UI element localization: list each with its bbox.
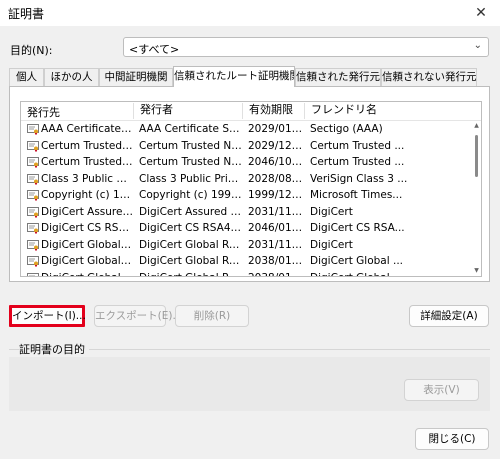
- cell-expiration: 2029/12/31: [248, 139, 304, 152]
- tab-intermediate-ca[interactable]: 中間証明機関: [99, 68, 173, 86]
- cell-friendly-name: DigiCert Global ...: [310, 255, 403, 267]
- scroll-up-icon[interactable]: ▲: [473, 122, 480, 129]
- cell-issued-to: Copyright (c) 1997...: [41, 189, 133, 201]
- certificate-list[interactable]: 発行先 発行者 有効期限 フレンドリ名 AAA Certificate Se..…: [20, 101, 482, 277]
- cell-friendly-name: Sectigo (AAA): [310, 123, 383, 135]
- table-row[interactable]: DigiCert Assured I... DigiCert Assured ID…: [21, 205, 471, 222]
- cell-issued-to: Certum Trusted Ne...: [41, 156, 133, 168]
- table-row[interactable]: Copyright (c) 1997... Copyright (c) 1997 …: [21, 188, 471, 205]
- certificate-purpose-label: 証明書の目的: [19, 341, 89, 357]
- certificate-icon: [27, 239, 39, 251]
- cell-issued-by: DigiCert Global Root...: [139, 255, 242, 267]
- tab-other-people[interactable]: ほかの人: [44, 68, 99, 86]
- scroll-thumb[interactable]: [475, 135, 478, 177]
- cell-issued-by: DigiCert Global Root...: [139, 238, 242, 251]
- column-issued-by[interactable]: 発行者: [133, 103, 242, 119]
- cell-issued-by: DigiCert Global Root...: [139, 272, 242, 277]
- close-icon[interactable]: ✕: [470, 2, 492, 24]
- vertical-scrollbar[interactable]: ▲ ▼: [473, 122, 480, 274]
- cell-issued-to: Certum Trusted Ne...: [41, 139, 133, 152]
- cell-issued-by: Class 3 Public Primar...: [139, 172, 242, 185]
- cell-issued-by: DigiCert Assured ID ...: [139, 205, 242, 218]
- cell-friendly-name: DigiCert Global ...: [310, 272, 470, 277]
- cell-expiration: 2028/08/02: [248, 172, 304, 185]
- cell-expiration: 2029/01/01: [248, 123, 304, 135]
- cell-expiration: 2031/11/10: [248, 205, 304, 218]
- export-button[interactable]: エクスポート(E)...: [94, 305, 183, 327]
- cell-issued-by: AAA Certificate Servi...: [139, 123, 242, 135]
- cell-expiration: 2046/01/15: [248, 222, 304, 234]
- list-header: 発行先 発行者 有効期限 フレンドリ名: [21, 102, 481, 121]
- certificate-icon: [27, 157, 39, 168]
- certificate-icon: [27, 206, 39, 218]
- cell-issued-to: Class 3 Public Pri...: [41, 172, 133, 185]
- cell-issued-to: DigiCert Global Ro...: [41, 238, 133, 251]
- certificate-icon: [27, 140, 39, 152]
- table-row[interactable]: Certum Trusted Ne... Certum Trusted Net..…: [21, 155, 471, 172]
- certificate-icon: [27, 272, 39, 276]
- cell-friendly-name: DigiCert: [310, 205, 353, 218]
- list-rows: AAA Certificate Se... AAA Certificate Ser…: [21, 122, 471, 277]
- close-button[interactable]: 閉じる(C): [415, 428, 489, 450]
- table-row[interactable]: Class 3 Public Pri... Class 3 Public Prim…: [21, 172, 471, 189]
- certificate-icon: [27, 256, 39, 267]
- cell-expiration: 2038/01/15: [248, 255, 304, 267]
- import-button[interactable]: インポート(I)...: [9, 305, 86, 327]
- purpose-selected-value: <すべて>: [129, 43, 180, 56]
- tab-personal[interactable]: 個人: [9, 68, 44, 86]
- window-title: 証明書: [8, 7, 45, 21]
- table-row[interactable]: DigiCert Global Ro... DigiCert Global Roo…: [21, 271, 471, 277]
- cell-expiration: 2046/10/06: [248, 156, 304, 168]
- cell-expiration: 2038/01/15: [248, 272, 304, 277]
- cell-friendly-name: DigiCert: [310, 238, 353, 251]
- cell-issued-to: DigiCert Global Ro...: [41, 255, 133, 267]
- advanced-button[interactable]: 詳細設定(A): [409, 305, 489, 327]
- chevron-down-icon: ⌄: [473, 40, 482, 51]
- column-expiration[interactable]: 有効期限: [242, 103, 304, 119]
- view-button[interactable]: 表示(V): [404, 379, 479, 401]
- remove-button[interactable]: 削除(R): [175, 305, 249, 327]
- cell-issued-by: Certum Trusted Net...: [139, 139, 242, 152]
- certificate-icon: [27, 173, 39, 185]
- scroll-down-icon[interactable]: ▼: [473, 267, 480, 274]
- cell-friendly-name: VeriSign Class 3 ...: [310, 172, 408, 185]
- certificate-icon: [27, 190, 39, 201]
- certificate-icon: [27, 124, 39, 135]
- cell-issued-by: DigiCert CS RSA4096 ...: [139, 222, 242, 234]
- table-row[interactable]: AAA Certificate Se... AAA Certificate Ser…: [21, 122, 471, 139]
- cell-friendly-name: DigiCert CS RSA...: [310, 222, 405, 234]
- cell-issued-by: Copyright (c) 1997 ...: [139, 189, 242, 201]
- tab-panel: 発行先 発行者 有効期限 フレンドリ名 AAA Certificate Se..…: [9, 86, 490, 282]
- cell-friendly-name: Certum Trusted ...: [310, 139, 405, 152]
- certificate-icon: [27, 223, 39, 234]
- table-row[interactable]: DigiCert Global Ro... DigiCert Global Roo…: [21, 238, 471, 255]
- table-row[interactable]: DigiCert CS RSA40... DigiCert CS RSA4096 …: [21, 221, 471, 238]
- cell-expiration: 2031/11/10: [248, 238, 304, 251]
- title-bar: 証明書 ✕: [0, 0, 500, 26]
- cell-issued-to: DigiCert Assured I...: [41, 205, 133, 218]
- cell-issued-to: DigiCert CS RSA40...: [41, 222, 133, 234]
- cell-expiration: 1999/12/31: [248, 189, 304, 201]
- purpose-dropdown[interactable]: <すべて> ⌄: [123, 37, 489, 57]
- column-issued-to[interactable]: 発行先: [21, 104, 133, 120]
- tab-trusted-root-ca[interactable]: 信頼されたルート証明機関: [173, 66, 295, 87]
- table-row[interactable]: Certum Trusted Ne... Certum Trusted Net..…: [21, 139, 471, 156]
- cell-friendly-name: Microsoft Times...: [310, 189, 403, 201]
- purpose-label: 目的(N):: [10, 44, 53, 57]
- cell-issued-to: DigiCert Global Ro...: [41, 272, 133, 277]
- cell-friendly-name: Certum Trusted ...: [310, 156, 405, 168]
- cell-issued-by: Certum Trusted Net...: [139, 156, 242, 168]
- table-row[interactable]: DigiCert Global Ro... DigiCert Global Roo…: [21, 254, 471, 271]
- column-friendly-name[interactable]: フレンドリ名: [304, 103, 474, 119]
- tab-trusted-publishers[interactable]: 信頼された発行元: [295, 68, 381, 86]
- tab-untrusted-publishers[interactable]: 信頼されない発行元: [381, 68, 477, 86]
- cell-issued-to: AAA Certificate Se...: [41, 123, 133, 135]
